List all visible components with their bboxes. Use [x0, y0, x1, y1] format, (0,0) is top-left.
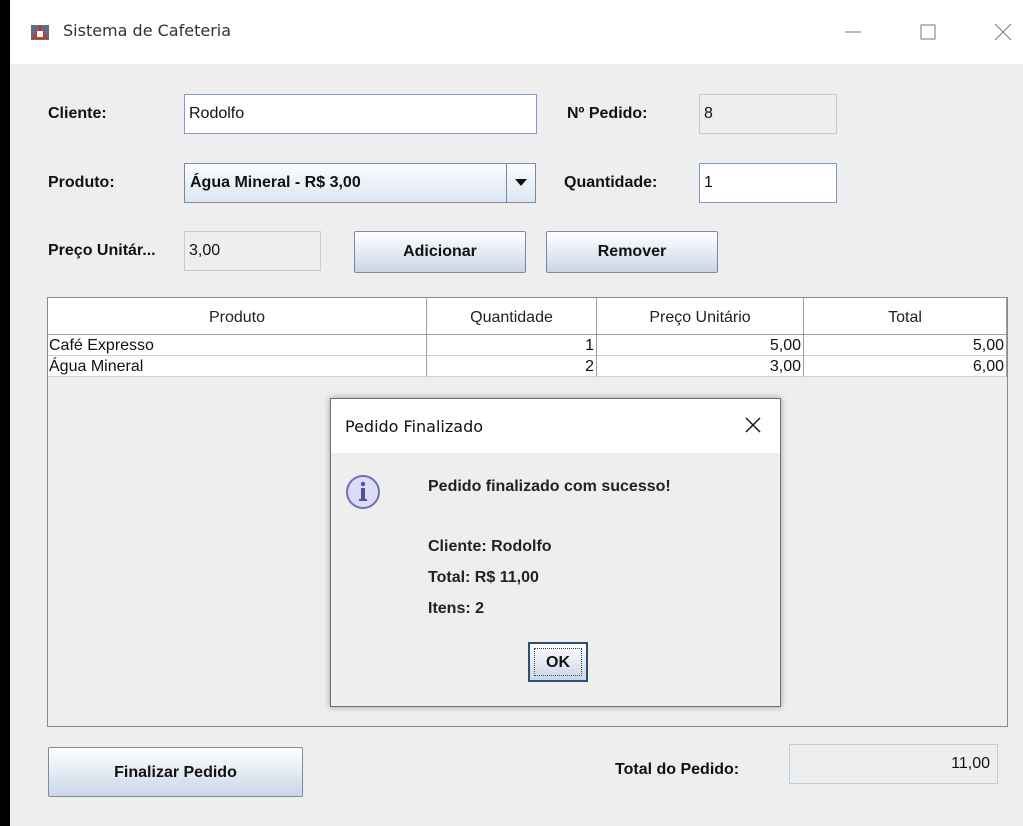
cell-preco: 5,00: [597, 335, 804, 356]
column-header-preco[interactable]: Preço Unitário: [597, 298, 804, 334]
column-header-quantidade[interactable]: Quantidade: [427, 298, 597, 334]
title-bar: Sistema de Cafeteria: [10, 0, 1023, 64]
cell-total: 5,00: [804, 335, 1007, 356]
table-row[interactable]: Café Expresso 1 5,00 5,00: [48, 335, 1007, 356]
column-header-total[interactable]: Total: [804, 298, 1007, 334]
table-header: Produto Quantidade Preço Unitário Total: [48, 298, 1007, 335]
cell-preco: 3,00: [597, 356, 804, 377]
dialog-cliente: Cliente: Rodolfo: [428, 538, 552, 555]
total-label: Total do Pedido:: [615, 761, 740, 778]
info-icon: [345, 474, 381, 510]
adicionar-button[interactable]: Adicionar: [354, 231, 526, 273]
dialog-title-bar: Pedido Finalizado: [331, 399, 780, 453]
table-row[interactable]: Água Mineral 2 3,00 6,00: [48, 356, 1007, 377]
ok-button[interactable]: OK: [528, 642, 588, 682]
quantidade-input[interactable]: 1: [699, 163, 837, 203]
preco-field: 3,00: [184, 231, 321, 271]
cliente-input[interactable]: Rodolfo: [184, 94, 537, 134]
ok-button-label: OK: [534, 648, 582, 676]
close-icon: [745, 417, 761, 433]
total-field: 11,00: [789, 744, 998, 784]
column-header-produto[interactable]: Produto: [48, 298, 427, 334]
dialog-itens: Itens: 2: [428, 600, 485, 617]
minimize-button[interactable]: [833, 14, 873, 50]
chevron-down-icon: [515, 179, 527, 186]
maximize-button[interactable]: [908, 14, 948, 50]
minimize-icon: [845, 31, 861, 33]
dialog-message: Pedido finalizado com sucesso!: [428, 478, 671, 495]
preco-label: Preço Unitár...: [48, 242, 156, 259]
quantidade-label: Quantidade:: [564, 174, 658, 191]
dialog-total: Total: R$ 11,00: [428, 569, 539, 586]
cell-produto: Café Expresso: [48, 335, 427, 356]
produto-label: Produto:: [48, 174, 115, 191]
cell-produto: Água Mineral: [48, 356, 427, 377]
pedido-field: 8: [699, 94, 837, 134]
cell-quantidade: 2: [427, 356, 597, 377]
cliente-label: Cliente:: [48, 105, 107, 122]
finalizar-pedido-button[interactable]: Finalizar Pedido: [48, 747, 303, 797]
pedido-finalizado-dialog: Pedido Finalizado Pedido finalizado com …: [330, 398, 781, 707]
cell-total: 6,00: [804, 356, 1007, 377]
produto-selected-value: Água Mineral - R$ 3,00: [190, 174, 361, 191]
close-button[interactable]: [983, 14, 1023, 50]
maximize-icon: [920, 24, 936, 40]
pedido-label: Nº Pedido:: [567, 105, 648, 122]
dialog-title: Pedido Finalizado: [345, 417, 484, 436]
dialog-close-button[interactable]: [735, 409, 771, 441]
remover-button[interactable]: Remover: [546, 231, 718, 273]
app-icon: [30, 22, 50, 42]
window-title: Sistema de Cafeteria: [63, 21, 232, 40]
cell-quantidade: 1: [427, 335, 597, 356]
dropdown-button[interactable]: [506, 164, 535, 202]
close-icon: [994, 23, 1012, 41]
produto-select[interactable]: Água Mineral - R$ 3,00: [184, 163, 536, 203]
